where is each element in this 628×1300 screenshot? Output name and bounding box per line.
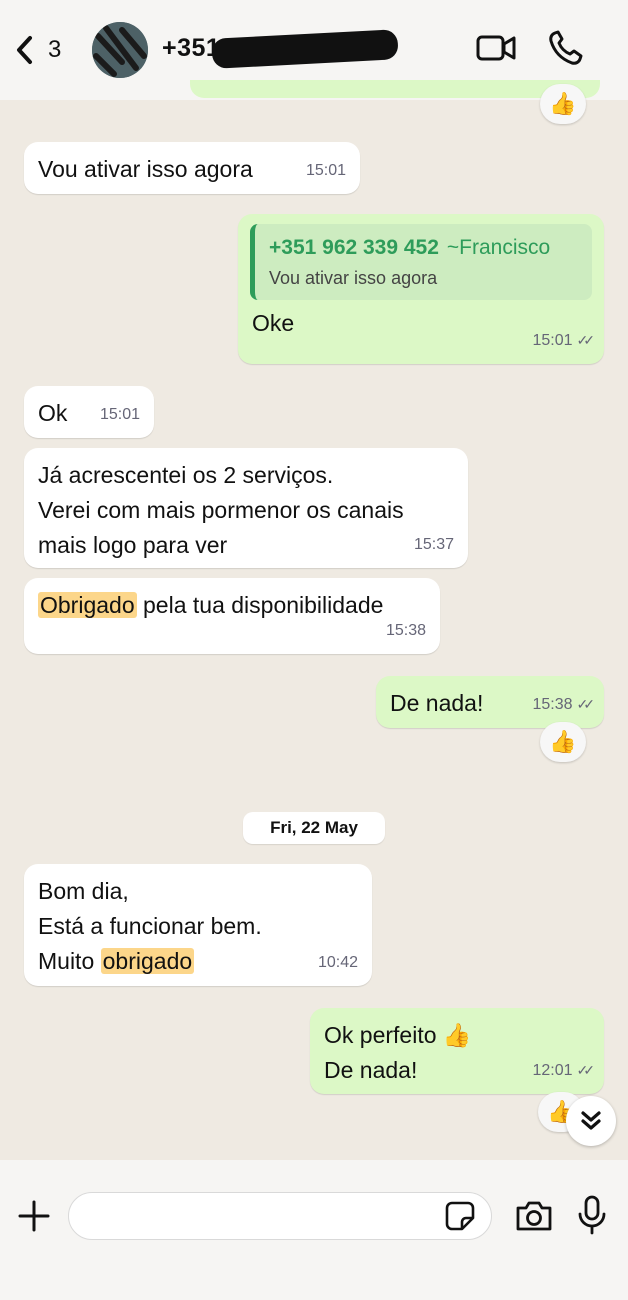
message-time: 15:37 xyxy=(413,536,454,553)
message-text: Vou ativar isso agora xyxy=(38,156,253,182)
scroll-to-bottom-button[interactable] xyxy=(566,1096,616,1146)
message-text: Ok xyxy=(38,400,68,426)
incoming-message[interactable]: Já acrescentei os 2 serviços. Verei com … xyxy=(24,448,468,568)
phone-icon xyxy=(549,30,583,65)
message-time: 12:01 ✓✓ xyxy=(532,1053,596,1088)
double-chevron-down-icon xyxy=(581,1111,601,1130)
incoming-message[interactable]: Ok 15:01 xyxy=(24,386,154,438)
read-ticks-icon: ✓✓ xyxy=(576,696,596,712)
date-separator: Fri, 22 May xyxy=(243,812,385,844)
previous-message-edge xyxy=(190,80,600,98)
back-button[interactable]: 3 xyxy=(14,30,61,70)
read-ticks-icon: ✓✓ xyxy=(576,332,596,348)
read-ticks-icon: ✓✓ xyxy=(576,1062,596,1078)
search-highlight: Obrigado xyxy=(38,592,137,618)
plus-icon[interactable] xyxy=(16,1198,52,1234)
composer-bar xyxy=(0,1160,628,1300)
message-time: 15:01 xyxy=(305,162,346,179)
sticker-icon[interactable] xyxy=(444,1200,476,1232)
reaction-badge[interactable]: 👍 xyxy=(540,722,586,762)
message-time: 15:38 xyxy=(385,622,426,639)
message-time: 15:01 ✓✓ xyxy=(532,323,596,358)
quoted-message[interactable]: +351 962 339 452 ~Francisco Vou ativar is… xyxy=(250,224,592,300)
thumbs-up-icon: 👍 xyxy=(549,91,577,116)
avatar[interactable] xyxy=(92,22,148,78)
outgoing-message[interactable]: +351 962 339 452 ~Francisco Vou ativar is… xyxy=(238,214,604,364)
incoming-message[interactable]: Obrigado pela tua disponibilidade 15:38 xyxy=(24,578,440,654)
camera-icon[interactable] xyxy=(514,1198,554,1234)
outgoing-message[interactable]: Ok perfeito 👍 De nada! 12:01 ✓✓ xyxy=(310,1008,604,1094)
reaction-badge[interactable]: 👍 xyxy=(540,84,586,124)
message-text: Já acrescentei os 2 serviços. Verei com … xyxy=(38,462,404,558)
outgoing-message[interactable]: De nada! 15:38 ✓✓ xyxy=(376,676,604,728)
redaction-scribble xyxy=(211,29,399,69)
message-text: Obrigado pela tua disponibilidade xyxy=(38,592,384,618)
quote-author: +351 962 339 452 ~Francisco xyxy=(269,236,551,259)
message-input[interactable] xyxy=(68,1192,492,1240)
chat-header: 3 +351 xyxy=(0,0,628,100)
chat-area[interactable]: 👍 Vou ativar isso agora 15:01 +351 962 3… xyxy=(0,84,628,1160)
voice-call-button[interactable] xyxy=(546,30,586,71)
message-time: 10:42 xyxy=(317,954,358,971)
message-text: Bom dia, Está a funcionar bem. Muito obr… xyxy=(38,878,262,974)
message-time: 15:01 xyxy=(99,406,140,423)
unread-count: 3 xyxy=(48,36,62,63)
microphone-icon[interactable] xyxy=(574,1194,610,1236)
search-highlight: obrigado xyxy=(100,948,195,974)
incoming-message[interactable]: Bom dia, Está a funcionar bem. Muito obr… xyxy=(24,864,372,986)
video-call-button[interactable] xyxy=(476,30,516,71)
chevron-left-icon xyxy=(17,36,32,64)
quote-text: Vou ativar isso agora xyxy=(269,268,438,288)
message-text: Ok perfeito 👍 De nada! xyxy=(324,1022,472,1083)
message-time: 15:38 ✓✓ xyxy=(532,687,596,722)
message-text: De nada! xyxy=(390,690,484,716)
message-text: Oke xyxy=(252,310,295,336)
incoming-message[interactable]: Vou ativar isso agora 15:01 xyxy=(24,142,360,194)
thumbs-up-icon: 👍 xyxy=(549,729,577,754)
video-call-icon xyxy=(476,35,516,61)
